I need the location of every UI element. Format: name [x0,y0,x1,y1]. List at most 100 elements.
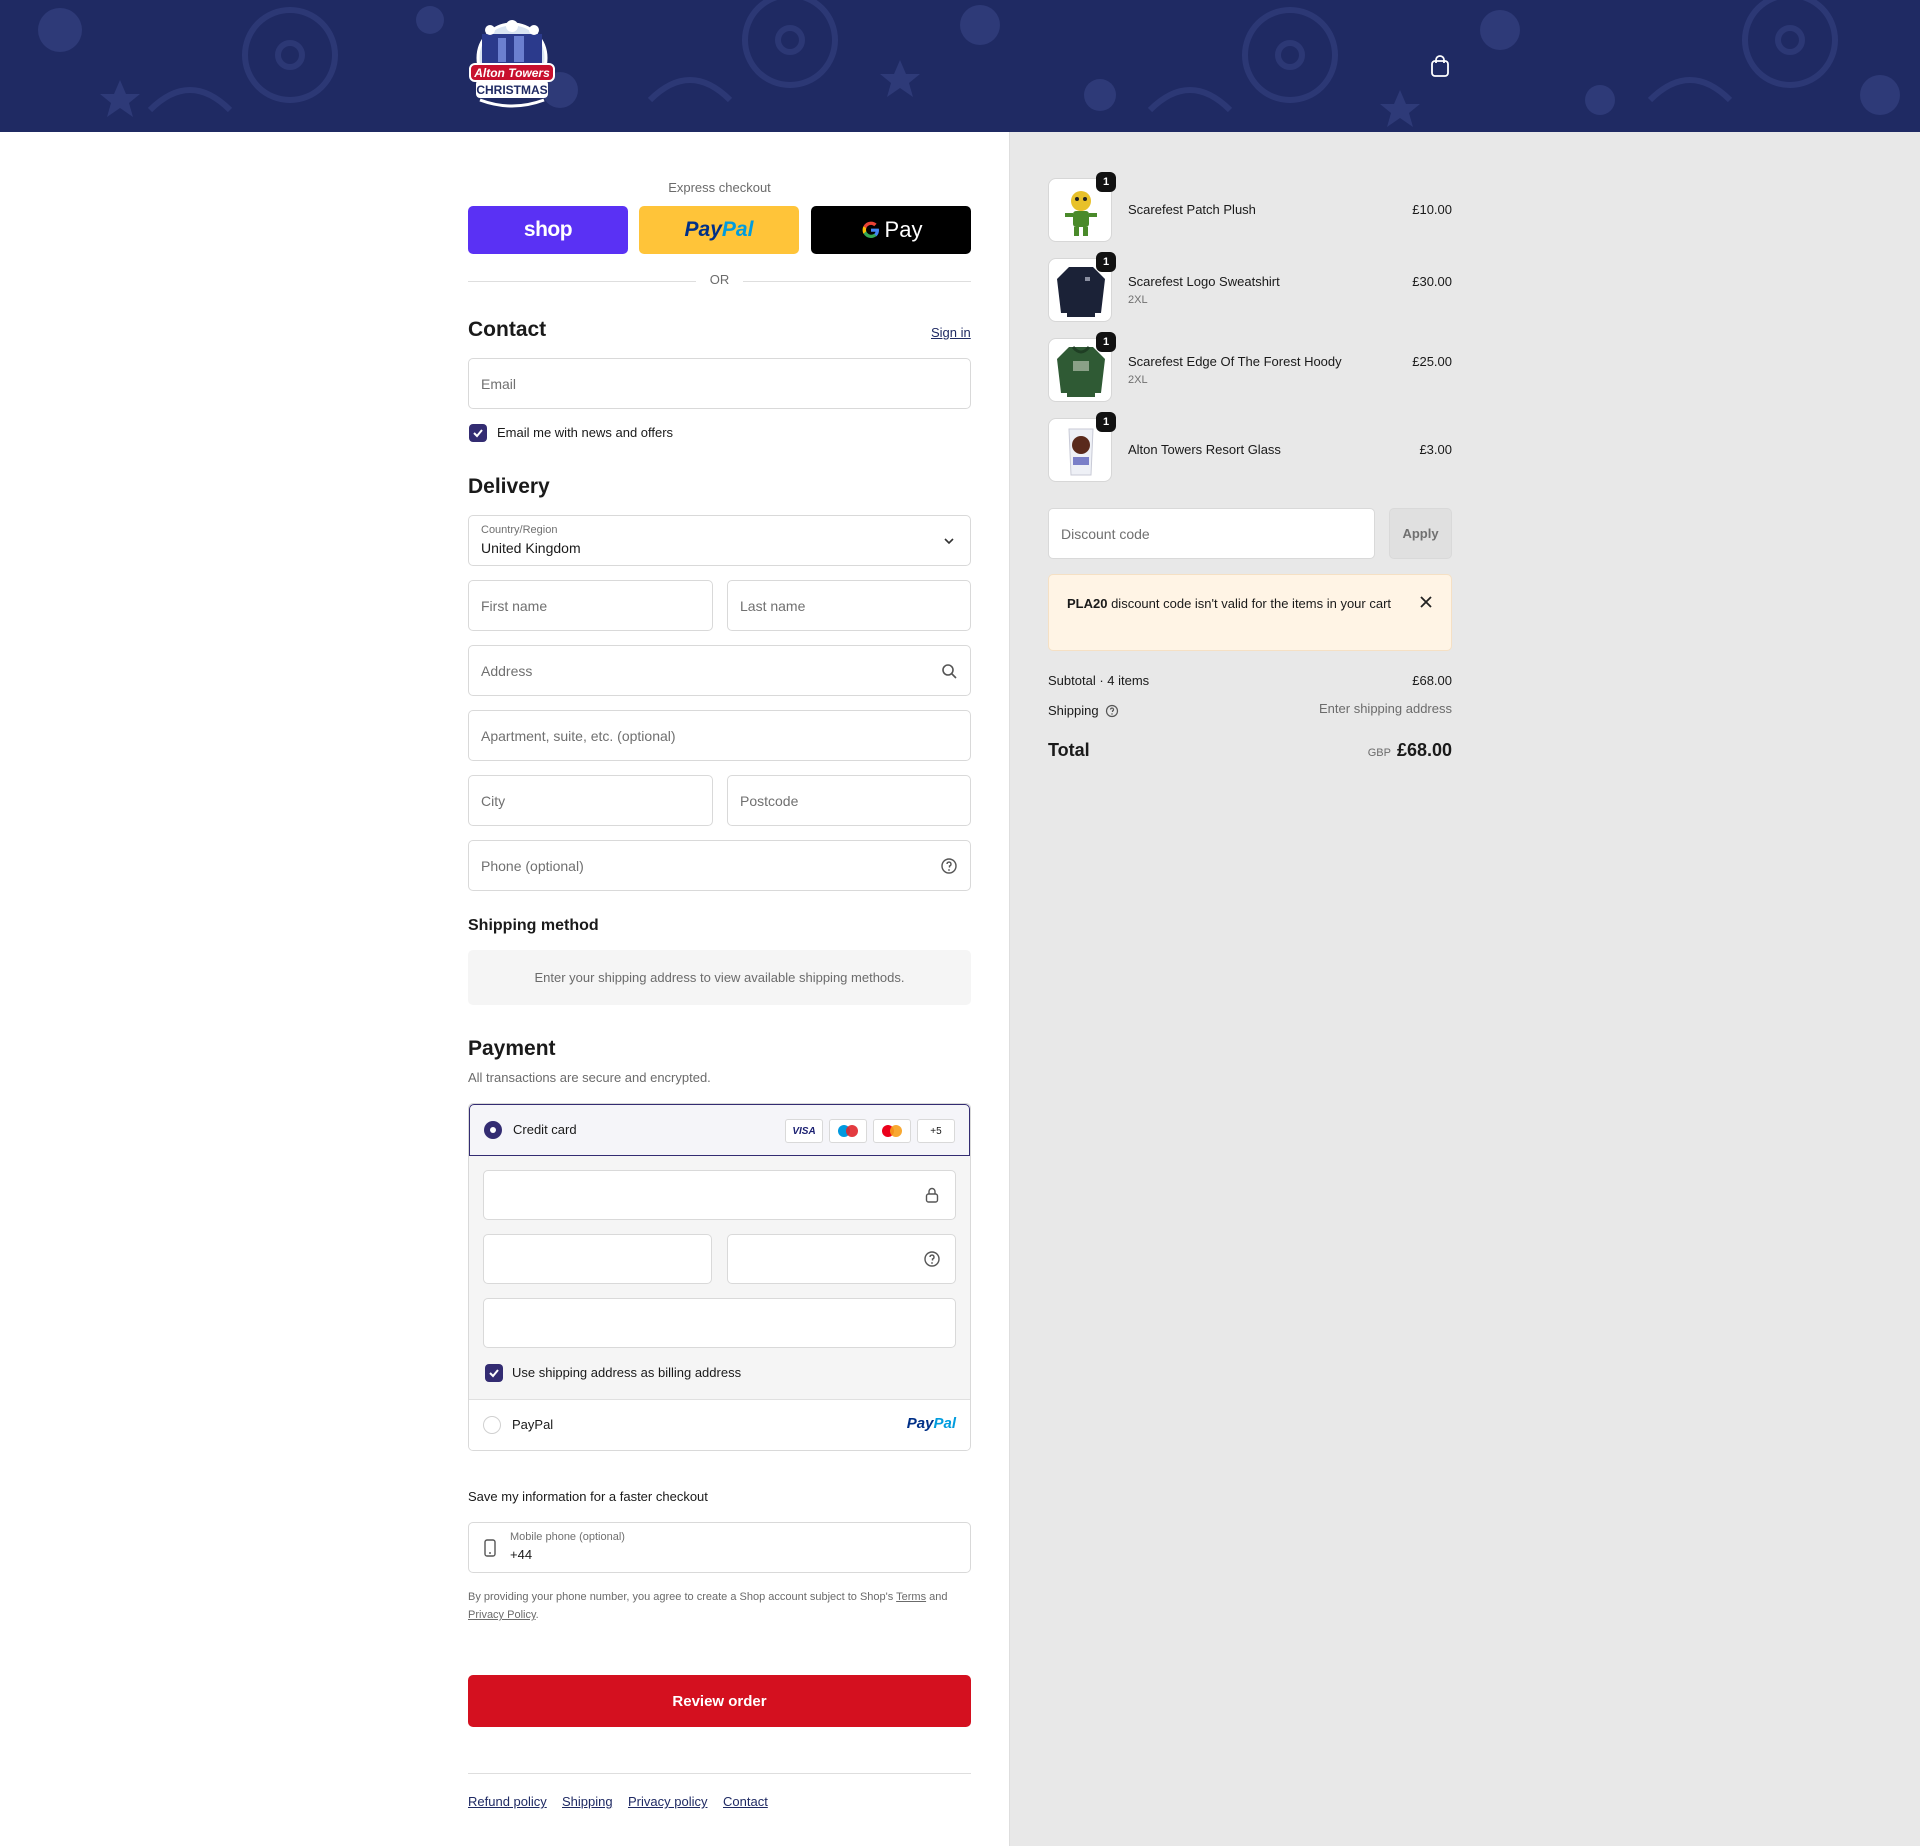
discount-code-field[interactable]: Discount code [1048,508,1375,559]
google-pay-button[interactable]: Pay [811,206,971,254]
more-cards-label: +5 [930,1125,942,1137]
quantity-badge: 1 [1096,332,1116,352]
credit-card-option[interactable]: Credit card VISA +5 [469,1104,970,1156]
header-banner: Alton Towers CHRISTMAS [0,0,1920,132]
cart-item: 1 Scarefest Edge Of The Forest Hoody 2XL… [1048,332,1452,404]
contact-heading: Contact [468,318,547,341]
discount-error-message: PLA20 discount code isn't valid for the … [1067,593,1397,614]
quantity-badge: 1 [1096,412,1116,432]
paypal-express-button[interactable]: Pay Pal [639,206,799,254]
maestro-icon-svg [838,1125,858,1137]
apartment-placeholder: Apartment, suite, etc. (optional) [481,727,676,744]
apartment-field[interactable]: Apartment, suite, etc. (optional) [468,710,971,761]
mobile-phone-icon [484,1539,496,1557]
terms-text-1: By providing your phone number, you agre… [468,1591,894,1603]
terms-text-3: . [535,1609,539,1621]
card-brands: VISA +5 [785,1119,955,1143]
discount-error-text: discount code isn't valid for the items … [1107,596,1392,611]
phone-field[interactable]: Phone (optional) [468,840,971,891]
shipping-row: Shipping Enter shipping address [1048,701,1452,718]
item-variant: 2XL [1128,374,1148,386]
visa-icon: VISA [785,1119,823,1143]
first-name-field[interactable]: First name [468,580,713,631]
help-icon[interactable] [940,857,958,875]
shipping-method-message: Enter your shipping address to view avai… [534,970,905,985]
help-icon[interactable] [923,1250,941,1268]
paypal-option[interactable]: PayPal PayPal [469,1400,970,1450]
close-icon[interactable] [1419,595,1433,609]
shopping-bag-icon[interactable] [1428,54,1452,78]
terms-text-2: and [929,1591,948,1603]
paypal-logo: PayPal [907,1415,956,1432]
more-cards-badge: +5 [917,1119,955,1143]
billing-checkbox[interactable] [485,1364,503,1382]
shop-pay-button[interactable]: shop [468,206,628,254]
logo-text-top: Alton Towers [473,66,550,80]
paypal-radio[interactable] [483,1416,501,1434]
shop-terms-link[interactable]: Terms [896,1591,926,1603]
maestro-icon [829,1119,867,1143]
review-order-button[interactable]: Review order [468,1675,971,1727]
or-divider: OR [468,272,971,290]
total-label: Total [1048,740,1090,760]
sign-in-link[interactable]: Sign in [931,325,971,340]
mastercard-icon [873,1119,911,1143]
item-name: Alton Towers Resort Glass [1128,442,1281,457]
billing-label: Use shipping address as billing address [512,1365,742,1380]
card-number-field[interactable] [483,1170,956,1220]
visa-label: VISA [792,1125,816,1137]
mobile-phone-value: +44 [510,1547,533,1562]
last-name-field[interactable]: Last name [727,580,971,631]
delivery-heading: Delivery [468,475,550,498]
item-price: £10.00 [1412,202,1452,217]
total-amount: GBP £68.00 [1368,740,1452,761]
discount-error-alert: PLA20 discount code isn't valid for the … [1048,574,1452,651]
or-label: OR [709,272,730,287]
email-field[interactable]: Email [468,358,971,409]
expiry-field[interactable] [483,1234,712,1284]
lock-icon [925,1187,939,1203]
quantity-badge: 1 [1096,252,1116,272]
shipping-policy-link[interactable]: Shipping [562,1794,613,1809]
mobile-phone-field[interactable]: Mobile phone (optional) +44 [468,1522,971,1573]
alton-towers-christmas-logo[interactable]: Alton Towers CHRISTMAS [468,20,556,110]
contact-link[interactable]: Contact [723,1794,768,1809]
shop-privacy-link[interactable]: Privacy Policy [468,1609,536,1621]
credit-card-form: Use shipping address as billing address [469,1156,970,1400]
newsletter-checkbox[interactable] [469,424,487,442]
first-name-placeholder: First name [481,597,548,614]
item-variant: 2XL [1128,294,1148,306]
quantity-badge: 1 [1096,172,1116,192]
paypal-logo-2: Pal [933,1415,956,1432]
country-value: United Kingdom [481,540,581,556]
country-select[interactable]: Country/Region United Kingdom [468,515,971,566]
chevron-down-icon [944,538,954,545]
item-price: £25.00 [1412,354,1452,369]
privacy-policy-link[interactable]: Privacy policy [628,1794,707,1809]
total-value: £68.00 [1396,740,1452,760]
country-label: Country/Region [481,524,558,536]
credit-card-label: Credit card [513,1122,577,1137]
last-name-placeholder: Last name [740,597,806,614]
security-code-field[interactable] [727,1234,956,1284]
phone-placeholder: Phone (optional) [481,857,584,874]
city-field[interactable]: City [468,775,713,826]
postcode-field[interactable]: Postcode [727,775,971,826]
apply-discount-button[interactable]: Apply [1389,508,1452,559]
address-field[interactable]: Address [468,645,971,696]
total-row: Total GBP £68.00 [1048,740,1452,764]
google-pay-label: Pay [884,217,923,242]
express-checkout-label: Express checkout [668,180,771,195]
paypal-logo-1: Pay [906,1415,934,1432]
help-icon[interactable] [1105,704,1119,718]
shipping-value: Enter shipping address [1319,701,1452,716]
paypal-express-label-1: Pay [684,218,722,241]
item-price: £3.00 [1419,442,1452,457]
credit-card-radio[interactable] [484,1121,502,1139]
mobile-phone-label: Mobile phone (optional) [510,1531,625,1543]
item-name: Scarefest Edge Of The Forest Hoody [1128,354,1342,369]
name-on-card-field[interactable] [483,1298,956,1348]
refund-policy-link[interactable]: Refund policy [468,1794,547,1809]
item-name: Scarefest Logo Sweatshirt [1128,274,1280,289]
cart-item: 1 Alton Towers Resort Glass £3.00 [1048,412,1452,484]
